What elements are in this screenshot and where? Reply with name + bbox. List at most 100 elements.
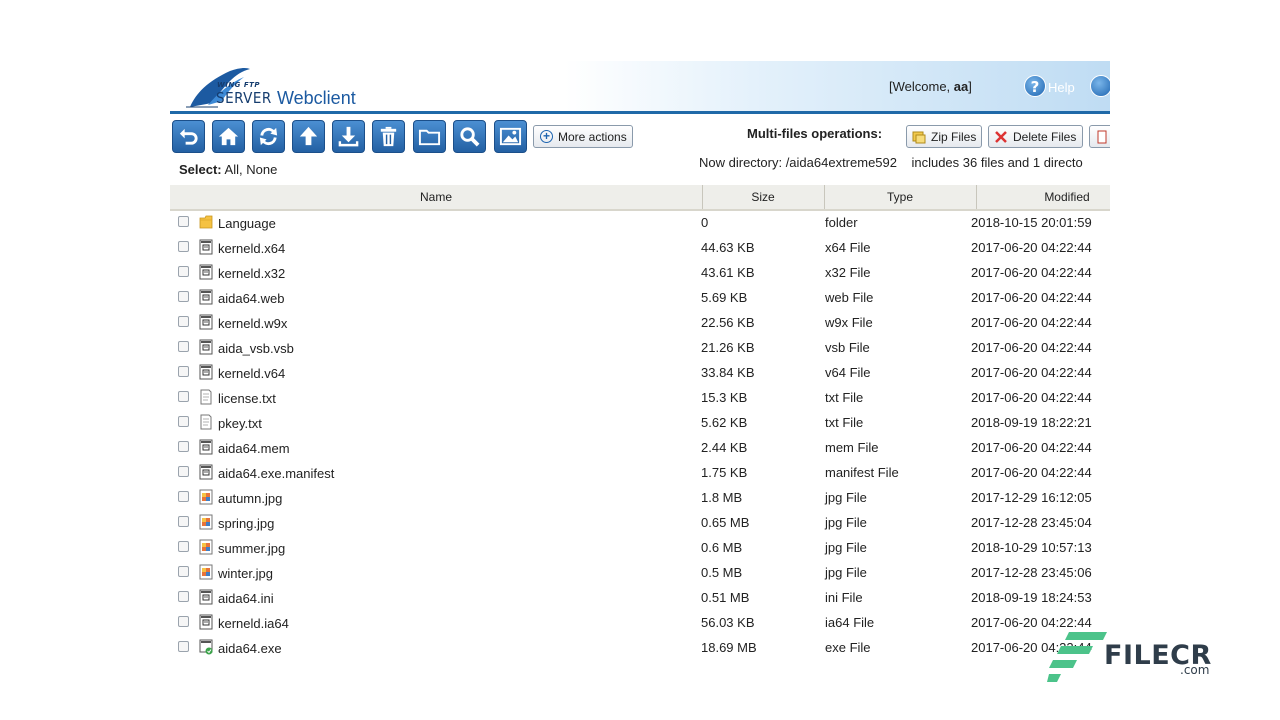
directory-count: includes 36 files and 1 directo (911, 155, 1083, 170)
file-modified: 2017-12-29 16:12:05 (971, 490, 1092, 505)
row-checkbox[interactable] (178, 266, 189, 277)
image-view-button[interactable] (494, 120, 527, 153)
more-actions-label: More actions (558, 130, 627, 144)
row-checkbox[interactable] (178, 241, 189, 252)
help-icon[interactable]: ? (1024, 75, 1046, 97)
app-title: Webclient (277, 88, 356, 108)
file-name[interactable]: aida64.ini (218, 591, 274, 606)
file-row[interactable]: aida64.exe.manifest 1.75 KB manifest File… (170, 461, 1110, 486)
file-name[interactable]: aida64.exe.manifest (218, 466, 334, 481)
file-row[interactable]: aida64.exe 18.69 MB exe File 2017-06-20 04… (170, 636, 1110, 659)
file-name[interactable]: autumn.jpg (218, 491, 282, 506)
help-link[interactable]: Help (1048, 80, 1075, 95)
file-row[interactable]: summer.jpg 0.6 MB jpg File 2018-10-29 10:5… (170, 536, 1110, 561)
file-name[interactable]: aida_vsb.vsb (218, 341, 294, 356)
file-row[interactable]: pkey.txt 5.62 KB txt File 2018-09-19 18:22… (170, 411, 1110, 436)
file-type: mem File (825, 440, 879, 455)
row-checkbox[interactable] (178, 366, 189, 377)
file-modified: 2017-06-20 04:22:44 (971, 390, 1092, 405)
file-row[interactable]: Language 0 folder 2018-10-15 20:01:59 (170, 211, 1110, 236)
row-checkbox[interactable] (178, 441, 189, 452)
more-operations-button[interactable] (1089, 125, 1110, 148)
file-name[interactable]: aida64.exe (218, 641, 282, 656)
row-checkbox[interactable] (178, 541, 189, 552)
file-row[interactable]: kerneld.x64 44.63 KB x64 File 2017-06-20 0… (170, 236, 1110, 261)
delete-files-button[interactable]: Delete Files (988, 125, 1083, 148)
file-name[interactable]: license.txt (218, 391, 276, 406)
welcome-user: aa (953, 79, 969, 94)
column-modified[interactable]: Modified (977, 185, 1110, 209)
file-name[interactable]: kerneld.x32 (218, 266, 285, 281)
row-checkbox[interactable] (178, 616, 189, 627)
file-row[interactable]: kerneld.ia64 56.03 KB ia64 File 2017-06-20… (170, 611, 1110, 636)
file-row[interactable]: aida64.ini 0.51 MB ini File 2018-09-19 18:… (170, 586, 1110, 611)
row-checkbox[interactable] (178, 641, 189, 652)
file-name[interactable]: Language (218, 216, 276, 231)
row-checkbox[interactable] (178, 216, 189, 227)
file-size: 2.44 KB (701, 440, 748, 455)
file-row[interactable]: autumn.jpg 1.8 MB jpg File 2017-12-29 16:1… (170, 486, 1110, 511)
file-type: jpg File (825, 490, 867, 505)
welcome-suffix: ] (968, 79, 972, 94)
file-name[interactable]: summer.jpg (218, 541, 285, 556)
download-button[interactable] (332, 120, 365, 153)
file-name[interactable]: kerneld.v64 (218, 366, 285, 381)
row-checkbox[interactable] (178, 341, 189, 352)
select-none-link[interactable]: None (246, 162, 277, 177)
row-checkbox[interactable] (178, 491, 189, 502)
file-name[interactable]: kerneld.ia64 (218, 616, 289, 631)
delete-button[interactable] (372, 120, 405, 153)
file-row[interactable]: aida_vsb.vsb 21.26 KB vsb File 2017-06-20 … (170, 336, 1110, 361)
file-name[interactable]: pkey.txt (218, 416, 262, 431)
exe-file-icon (199, 639, 213, 655)
file-size: 33.84 KB (701, 365, 755, 380)
file-modified: 2018-10-29 10:57:13 (971, 540, 1092, 555)
row-checkbox[interactable] (178, 391, 189, 402)
column-type[interactable]: Type (825, 185, 975, 209)
file-icon (199, 439, 213, 455)
column-name[interactable]: Name (170, 185, 702, 209)
file-icon (199, 239, 213, 255)
file-row[interactable]: winter.jpg 0.5 MB jpg File 2017-12-28 23:4… (170, 561, 1110, 586)
file-row[interactable]: license.txt 15.3 KB txt File 2017-06-20 04… (170, 386, 1110, 411)
file-row[interactable]: aida64.mem 2.44 KB mem File 2017-06-20 04:… (170, 436, 1110, 461)
logout-icon[interactable] (1090, 75, 1110, 97)
file-row[interactable]: spring.jpg 0.65 MB jpg File 2017-12-28 23:… (170, 511, 1110, 536)
new-folder-button[interactable] (413, 120, 446, 153)
refresh-button[interactable] (252, 120, 285, 153)
back-button[interactable] (172, 120, 205, 153)
file-name[interactable]: kerneld.w9x (218, 316, 287, 331)
file-row[interactable]: kerneld.v64 33.84 KB v64 File 2017-06-20 0… (170, 361, 1110, 386)
document-icon (1097, 130, 1107, 144)
file-row[interactable]: aida64.web 5.69 KB web File 2017-06-20 04:… (170, 286, 1110, 311)
file-name[interactable]: aida64.mem (218, 441, 290, 456)
file-modified: 2017-12-28 23:45:04 (971, 515, 1092, 530)
file-name[interactable]: winter.jpg (218, 566, 273, 581)
file-size: 0.5 MB (701, 565, 743, 580)
row-checkbox[interactable] (178, 466, 189, 477)
search-button[interactable] (453, 120, 486, 153)
file-type: jpg File (825, 540, 867, 555)
home-button[interactable] (212, 120, 245, 153)
file-row[interactable]: kerneld.w9x 22.56 KB w9x File 2017-06-20 0… (170, 311, 1110, 336)
row-checkbox[interactable] (178, 316, 189, 327)
file-name[interactable]: aida64.web (218, 291, 285, 306)
file-name[interactable]: kerneld.x64 (218, 241, 285, 256)
delete-files-label: Delete Files (1013, 130, 1077, 144)
file-row[interactable]: kerneld.x32 43.61 KB x32 File 2017-06-20 0… (170, 261, 1110, 286)
file-name[interactable]: spring.jpg (218, 516, 274, 531)
file-size: 0 (701, 215, 709, 230)
upload-button[interactable] (292, 120, 325, 153)
text-file-icon (199, 414, 213, 430)
column-size[interactable]: Size (703, 185, 823, 209)
row-checkbox[interactable] (178, 416, 189, 427)
row-checkbox[interactable] (178, 516, 189, 527)
row-checkbox[interactable] (178, 591, 189, 602)
row-checkbox[interactable] (178, 566, 189, 577)
zip-files-button[interactable]: Zip Files (906, 125, 982, 148)
select-all-link[interactable]: All (225, 162, 239, 177)
file-size: 43.61 KB (701, 265, 755, 280)
row-checkbox[interactable] (178, 291, 189, 302)
more-actions-button[interactable]: + More actions (533, 125, 633, 148)
welcome-text: [Welcome, aa] (889, 79, 972, 94)
